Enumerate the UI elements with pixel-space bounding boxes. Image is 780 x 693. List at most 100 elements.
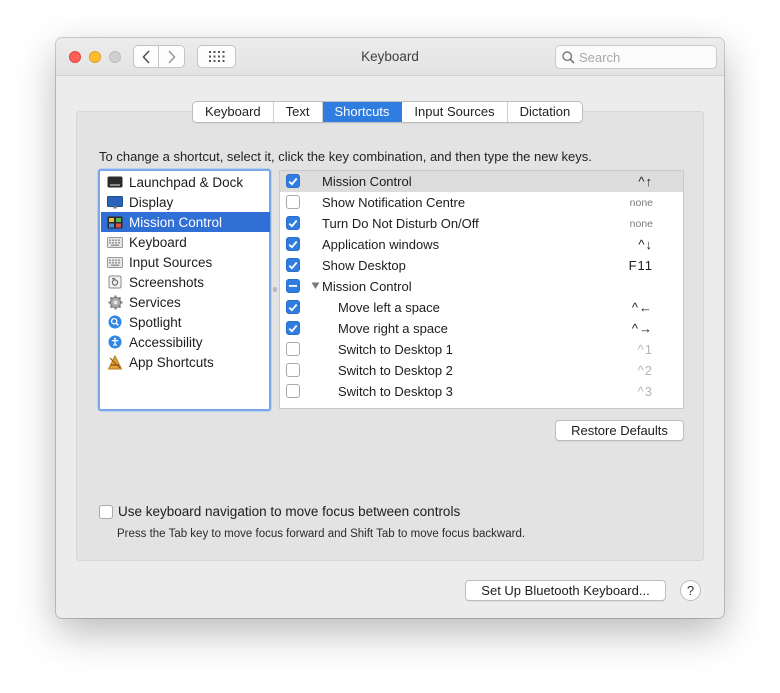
shortcut-label: Turn Do Not Disturb On/Off xyxy=(322,216,479,231)
shortcut-keys[interactable]: ^← xyxy=(632,300,653,315)
category-mission-control[interactable]: Mission Control xyxy=(101,212,270,232)
category-app-shortcuts[interactable]: App Shortcuts xyxy=(101,352,270,372)
checkmark-icon xyxy=(288,303,298,312)
category-label: Display xyxy=(129,194,174,210)
shortcut-row[interactable]: Move left a space ^← xyxy=(280,297,683,318)
shortcut-checkbox[interactable] xyxy=(286,237,300,251)
checkmark-icon xyxy=(288,240,298,249)
tab-input-sources[interactable]: Input Sources xyxy=(402,102,508,122)
shortcut-checkbox[interactable] xyxy=(286,342,300,356)
split-view-divider[interactable] xyxy=(273,287,277,292)
screenshots-icon xyxy=(107,275,123,289)
shortcut-keys[interactable]: ^↑ xyxy=(638,174,653,189)
shortcut-label: Switch to Desktop 1 xyxy=(338,342,453,357)
tab-bar: Keyboard Text Shortcuts Input Sources Di… xyxy=(192,101,584,123)
minus-icon xyxy=(289,285,297,287)
keyboard-navigation-hint: Press the Tab key to move focus forward … xyxy=(117,528,526,540)
checkmark-icon xyxy=(288,177,298,186)
mission-control-icon xyxy=(107,215,123,229)
category-label: Launchpad & Dock xyxy=(129,174,244,190)
category-label: Screenshots xyxy=(129,274,205,290)
shortcut-label: Mission Control xyxy=(322,174,412,189)
shortcut-label: Move right a space xyxy=(338,321,448,336)
search-field[interactable] xyxy=(555,45,717,69)
category-label: Input Sources xyxy=(129,254,213,270)
shortcut-checkbox[interactable] xyxy=(286,300,300,314)
search-icon xyxy=(562,50,575,64)
category-spotlight[interactable]: Spotlight xyxy=(101,312,270,332)
shortcut-row[interactable]: Switch to Desktop 1 ^1 xyxy=(280,339,683,360)
shortcut-row[interactable]: Turn Do Not Disturb On/Off none xyxy=(280,213,683,234)
shortcut-keys[interactable]: ^→ xyxy=(632,321,653,336)
category-label: Accessibility xyxy=(129,334,203,350)
category-launchpad-dock[interactable]: Launchpad & Dock xyxy=(101,172,270,192)
search-input[interactable] xyxy=(579,49,709,65)
category-input-sources[interactable]: Input Sources xyxy=(101,252,270,272)
spotlight-icon xyxy=(107,315,123,329)
keyboard-navigation-checkbox[interactable] xyxy=(99,504,113,519)
category-services[interactable]: Services xyxy=(101,292,270,312)
shortcut-label: Move left a space xyxy=(338,300,440,315)
shortcut-checkbox[interactable] xyxy=(286,195,300,209)
shortcut-keys[interactable]: ^↓ xyxy=(638,237,653,252)
category-label: Mission Control xyxy=(129,214,223,230)
shortcut-row[interactable]: Switch to Desktop 2 ^2 xyxy=(280,360,683,381)
category-label: Services xyxy=(129,294,181,310)
shortcut-checkbox[interactable] xyxy=(286,363,300,377)
tab-dictation[interactable]: Dictation xyxy=(508,102,583,122)
shortcut-keys[interactable]: ^2 xyxy=(638,363,653,378)
checkmark-icon xyxy=(288,261,298,270)
restore-defaults-button[interactable]: Restore Defaults xyxy=(555,420,684,441)
shortcut-checkbox[interactable] xyxy=(286,216,300,230)
shortcut-row[interactable]: Application windows ^↓ xyxy=(280,234,683,255)
instructions-text: To change a shortcut, select it, click t… xyxy=(99,149,592,164)
shortcut-label: Switch to Desktop 2 xyxy=(338,363,453,378)
app-shortcuts-icon xyxy=(107,354,123,369)
shortcut-checkbox[interactable] xyxy=(286,384,300,398)
shortcut-keys[interactable]: F11 xyxy=(629,258,653,273)
checkmark-icon xyxy=(288,219,298,228)
title-bar: Keyboard xyxy=(56,38,724,76)
tab-text[interactable]: Text xyxy=(274,102,323,122)
tab-shortcuts[interactable]: Shortcuts xyxy=(322,102,403,122)
shortcut-keys[interactable]: ^1 xyxy=(638,342,653,357)
shortcut-checkbox[interactable] xyxy=(286,258,300,272)
shortcut-group-checkbox[interactable] xyxy=(286,279,300,293)
disclosure-triangle-icon[interactable] xyxy=(311,282,320,290)
display-icon xyxy=(107,195,123,209)
shortcut-row[interactable]: Show Desktop F11 xyxy=(280,255,683,276)
shortcut-label: Switch to Desktop 3 xyxy=(338,384,453,399)
shortcut-group-row[interactable]: Mission Control xyxy=(280,276,683,297)
shortcut-list[interactable]: Mission Control ^↑ Show Notification Cen… xyxy=(279,170,684,409)
set-up-bluetooth-keyboard-button[interactable]: Set Up Bluetooth Keyboard... xyxy=(465,580,666,601)
input-sources-icon xyxy=(107,255,123,269)
launchpad-icon xyxy=(107,175,123,189)
shortcut-checkbox[interactable] xyxy=(286,174,300,188)
category-keyboard[interactable]: Keyboard xyxy=(101,232,270,252)
shortcut-row[interactable]: Show Notification Centre none xyxy=(280,192,683,213)
category-display[interactable]: Display xyxy=(101,192,270,212)
category-label: Spotlight xyxy=(129,314,182,330)
category-label: App Shortcuts xyxy=(129,354,214,370)
preferences-window: Keyboard Keyboard Text Shortcuts Input S… xyxy=(56,38,724,618)
category-label: Keyboard xyxy=(129,234,187,250)
shortcut-keys[interactable]: none xyxy=(630,218,653,230)
shortcut-checkbox[interactable] xyxy=(286,321,300,335)
gear-icon xyxy=(107,295,123,309)
shortcut-group-label: Mission Control xyxy=(322,279,412,294)
category-screenshots[interactable]: Screenshots xyxy=(101,272,270,292)
category-list[interactable]: Launchpad & Dock Display Mission Control… xyxy=(98,169,271,411)
shortcut-label: Application windows xyxy=(322,237,440,252)
shortcut-keys[interactable]: none xyxy=(630,197,653,209)
shortcut-row[interactable]: Move right a space ^→ xyxy=(280,318,683,339)
keyboard-navigation-option[interactable]: Use keyboard navigation to move focus be… xyxy=(99,504,460,519)
shortcut-keys[interactable]: ^3 xyxy=(638,384,653,399)
accessibility-icon xyxy=(107,335,123,349)
keyboard-icon xyxy=(107,235,123,249)
help-button[interactable]: ? xyxy=(680,580,701,601)
shortcut-label: Show Notification Centre xyxy=(322,195,466,210)
shortcut-row[interactable]: Mission Control ^↑ xyxy=(280,171,683,192)
tab-keyboard[interactable]: Keyboard xyxy=(193,102,274,122)
shortcut-row[interactable]: Switch to Desktop 3 ^3 xyxy=(280,381,683,402)
category-accessibility[interactable]: Accessibility xyxy=(101,332,270,352)
